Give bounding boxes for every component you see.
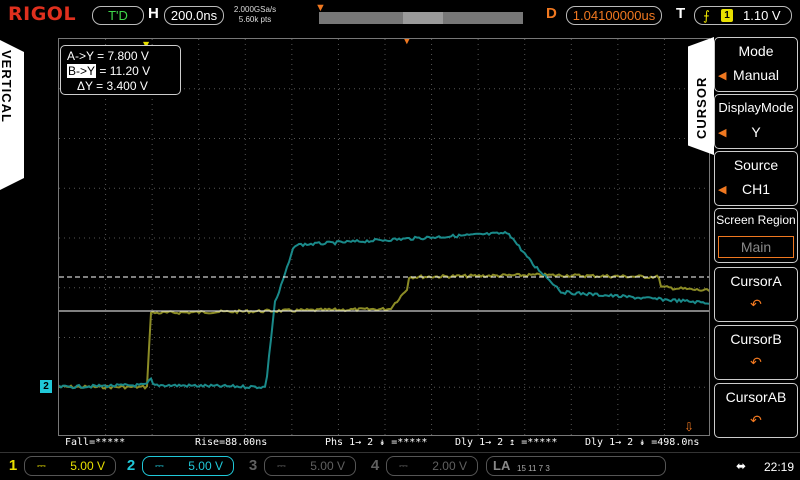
trigger-label: T — [676, 5, 686, 22]
ch2-ground-marker[interactable]: 2 — [40, 380, 52, 393]
sample-rate: 2.000GSa/s — [233, 5, 277, 14]
channel-1-trace — [59, 272, 709, 390]
delay-fall-measure: Dly 1→ 2 ↡ =498.0ns — [585, 437, 700, 448]
knob-icon: ↶ — [750, 296, 762, 312]
trigger-level: 1.10 V — [743, 8, 781, 23]
cursor-ab-menu-item[interactable]: CursorAB ↶ — [714, 383, 798, 438]
vertical-side-tab[interactable]: VERTICAL — [0, 40, 24, 190]
cursor-readout-box: A->Y = 7.800 V B->Y = 11.20 V ΔY = 3.400… — [60, 45, 181, 95]
logic-analyzer-status[interactable]: LA 15 11 7 3 — [486, 456, 666, 476]
cursor-a-readout: A->Y = 7.800 V — [67, 49, 149, 63]
delay-rise-measure: Dly 1→ 2 ↥ =***** — [455, 437, 558, 448]
waveform-canvas: ▼ ▼ ⇩ — [59, 39, 709, 435]
cursor-a-menu-item[interactable]: CursorA ↶ — [714, 267, 798, 322]
cursor-b-menu-item[interactable]: CursorB ↶ — [714, 325, 798, 380]
usb-icon: ⬌ — [736, 459, 747, 473]
mode-menu-item[interactable]: Mode ◀ Manual — [714, 37, 798, 92]
source-menu-item[interactable]: Source ◀ CH1 — [714, 151, 798, 206]
display-mode-menu-item[interactable]: DisplayMode ◀ Y — [714, 94, 798, 149]
trigger-setting[interactable]: ⨍ 1 1.10 V — [694, 6, 792, 25]
phase-measure: Phs 1→ 2 ↡ =***** — [325, 437, 428, 448]
cursor-delta-readout: ΔY = 3.400 V — [77, 79, 148, 93]
cursor-b-readout: B->Y = 11.20 V — [67, 64, 151, 78]
waveform-grid[interactable]: ▼ ▼ ⇩ — [58, 38, 710, 436]
rise-measure: Rise=88.00ns — [195, 437, 268, 448]
delay-label: D — [546, 5, 557, 22]
measurement-bar: Fall=***** Rise=88.00ns Phs 1→ 2 ↡ =****… — [40, 436, 710, 450]
rising-edge-icon: ⨍ — [703, 8, 710, 23]
screen-region-menu-item[interactable]: Screen Region Main — [714, 208, 798, 263]
trigger-status: T'D — [92, 6, 144, 25]
cursor-menu: Mode ◀ Manual DisplayMode ◀ Y Source ◀ C… — [714, 37, 800, 438]
channel-status-bar: 1 ⎓ 5.00 V 2 ⎓ 5.00 V 3 ⎓ 5.00 V 4 ⎓ 2.00 V … — [0, 452, 800, 480]
trigger-source: 1 — [721, 9, 733, 22]
dc-coupling-icon: ⎓ — [277, 460, 286, 472]
timebase-value[interactable]: 200.0ns — [164, 6, 224, 25]
memory-bar — [315, 12, 523, 24]
cursor-side-tab[interactable]: CURSOR — [688, 37, 714, 155]
memory-depth: 5.60k pts — [238, 15, 272, 24]
knob-icon: ↶ — [750, 354, 762, 370]
rigol-logo: RIGOL — [8, 3, 77, 25]
knob-icon: ↶ — [750, 412, 762, 428]
dc-coupling-icon: ⎓ — [37, 460, 46, 472]
center-trigger-marker-icon: ▼ — [403, 39, 411, 46]
top-status-bar: RIGOL T'D H 200.0ns 2.000GSa/s 5.60k pts… — [0, 0, 800, 30]
dc-coupling-icon: ⎓ — [399, 460, 408, 472]
clock: 22:19 — [764, 460, 795, 474]
horizontal-label: H — [148, 5, 159, 22]
delay-value[interactable]: 1.04100000us — [566, 6, 662, 25]
dc-coupling-icon: ⎓ — [155, 460, 164, 472]
trigger-offscreen-icon: ⇩ — [684, 420, 694, 434]
fall-measure: Fall=***** — [65, 437, 126, 448]
